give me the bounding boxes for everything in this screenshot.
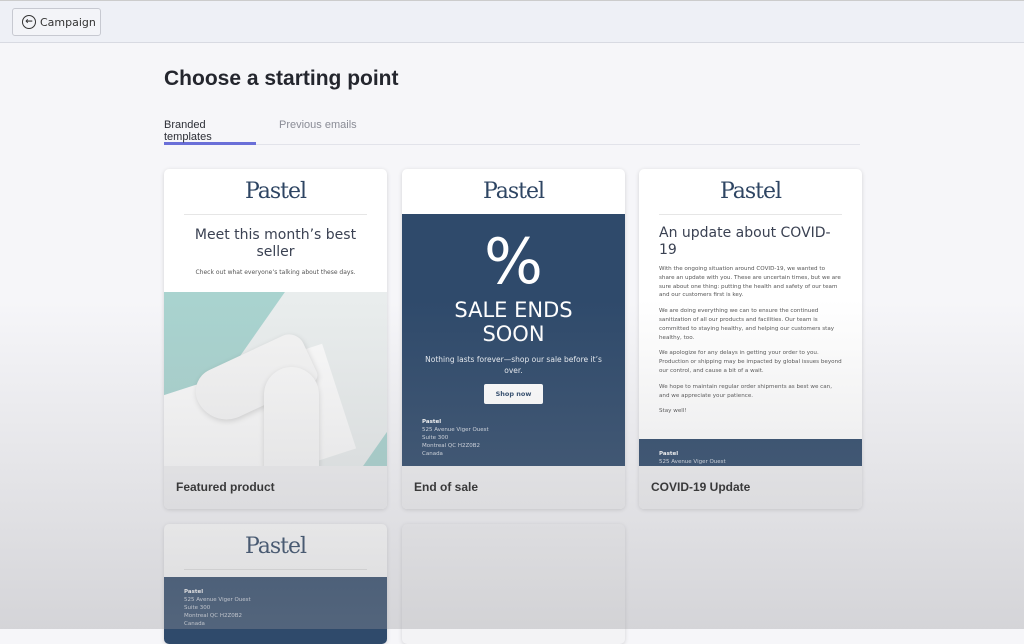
template-name: COVID-19 Update	[639, 466, 862, 509]
template-name: End of sale	[402, 466, 625, 509]
footer-address: Pastel 525 Avenue Viger Ouest Suite 300 Mon…	[422, 419, 489, 457]
pastel-logo: Pastel	[244, 534, 307, 559]
template-preview: Pastel Meet this month’s best seller Che…	[164, 169, 387, 466]
preview-subtext: Nothing lasts forever—shop our sale befo…	[425, 355, 602, 375]
page-title: Choose a starting point	[164, 67, 399, 90]
top-bar: ← Campaign	[0, 0, 1024, 43]
preview-headline: Meet this month’s best seller	[194, 227, 357, 260]
shoe-image	[164, 292, 387, 466]
preview-headline: SALE ENDS SOON	[454, 298, 573, 346]
tabs: Branded templates Previous emails	[164, 118, 860, 145]
preview-subtext: Check out what everyone’s talking about …	[195, 269, 356, 276]
template-card-end-of-sale[interactable]: Pastel % SALE ENDS SOON Nothing lasts fo…	[402, 169, 625, 509]
back-to-campaign-button[interactable]: ← Campaign	[12, 8, 101, 36]
footer-address: Pastel 525 Avenue Viger Ouest	[639, 439, 862, 466]
template-card-4[interactable]: Pastel Pastel 525 Avenue Viger Ouest Suite…	[164, 524, 387, 644]
template-card-covid-update[interactable]: Pastel An update about COVID-19 With the…	[639, 169, 862, 509]
template-card-featured-product[interactable]: Pastel Meet this month’s best seller Che…	[164, 169, 387, 509]
percent-symbol: %	[484, 225, 543, 298]
pastel-logo: Pastel	[244, 179, 307, 204]
template-preview: Pastel % SALE ENDS SOON Nothing lasts fo…	[402, 169, 625, 466]
tab-previous-emails[interactable]: Previous emails	[279, 119, 357, 145]
pastel-logo: Pastel	[482, 179, 545, 204]
preview-body: With the ongoing situation around COVID-…	[659, 266, 842, 415]
shop-now-button: Shop now	[483, 384, 544, 404]
template-name: Featured product	[164, 466, 387, 509]
template-card-blank[interactable]	[402, 524, 625, 644]
back-label: Campaign	[40, 15, 96, 29]
footer-address: Pastel 525 Avenue Viger Ouest Suite 300 Mon…	[164, 577, 387, 644]
preview-headline: An update about COVID-19	[659, 225, 831, 258]
pastel-logo: Pastel	[719, 179, 782, 204]
template-preview: Pastel An update about COVID-19 With the…	[639, 169, 862, 466]
arrow-left-circle-icon: ←	[22, 15, 36, 29]
tab-branded-templates[interactable]: Branded templates	[164, 119, 256, 145]
